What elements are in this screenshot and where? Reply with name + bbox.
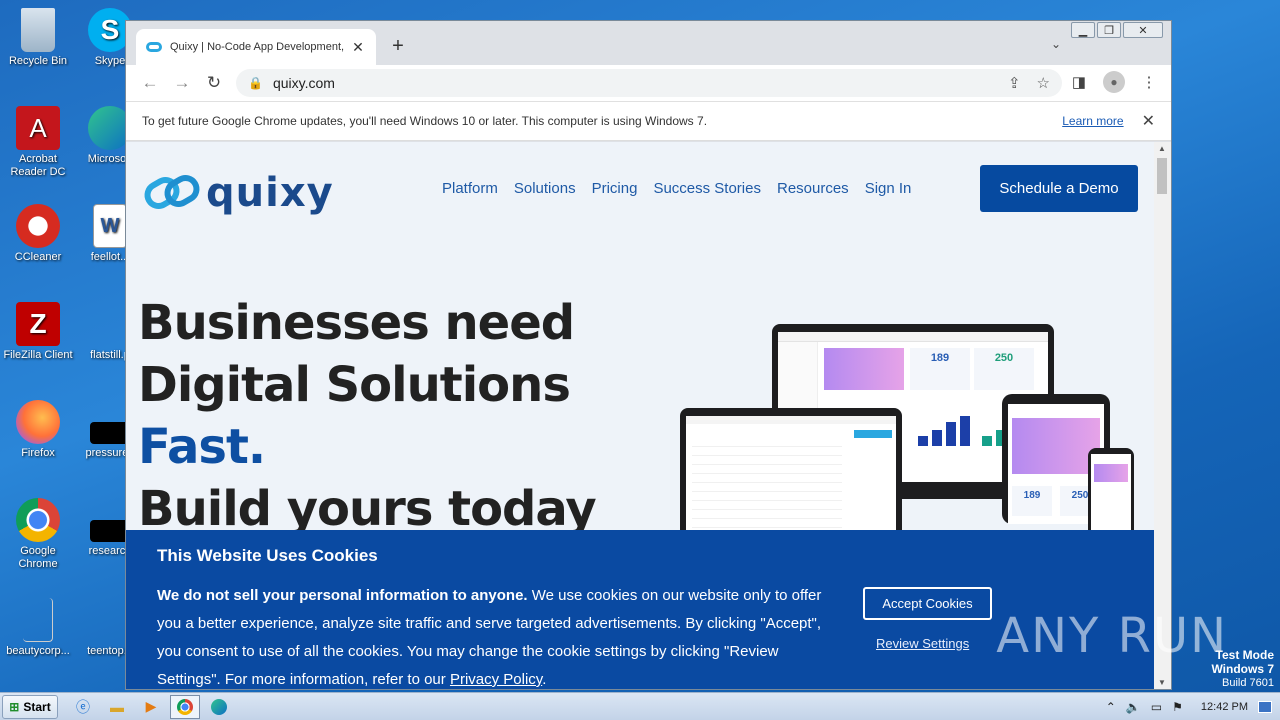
show-desktop-icon[interactable]: [1258, 701, 1272, 713]
taskbar-chrome-icon[interactable]: [170, 694, 200, 719]
bookmark-star-icon[interactable]: ☆: [1037, 74, 1050, 92]
filezilla-desktop-icon[interactable]: Z FileZilla Client: [0, 302, 76, 362]
system-tray: ⌃ 🔈 ▭ ⚑ 12:42 PM: [1106, 693, 1280, 720]
quixy-favicon-icon: [146, 42, 162, 52]
minimize-button[interactable]: ▁: [1071, 22, 1095, 38]
recycle-bin-icon[interactable]: Recycle Bin: [0, 8, 76, 68]
web-page: quixy Platform Solutions Pricing Success…: [126, 142, 1155, 689]
cookie-heading: This Website Uses Cookies: [157, 546, 378, 565]
privacy-policy-link[interactable]: Privacy Policy: [450, 671, 542, 688]
tab-strip: Quixy | No-Code App Development, ✕ + ⌄ ▁…: [126, 21, 1171, 65]
nav-resources[interactable]: Resources: [777, 180, 849, 197]
taskbar-explorer-icon[interactable]: ▬: [102, 695, 132, 719]
chrome-desktop-icon[interactable]: Google Chrome: [0, 498, 76, 571]
review-settings-link[interactable]: Review Settings: [876, 636, 969, 651]
share-icon[interactable]: ⇪: [1008, 74, 1021, 92]
start-button[interactable]: ⊞ Start: [2, 694, 58, 719]
address-bar[interactable]: 🔒 quixy.com ⇪ ☆: [236, 69, 1062, 97]
tab-quixy[interactable]: Quixy | No-Code App Development, ✕: [136, 29, 376, 65]
ccleaner-icon: [16, 204, 60, 248]
stat-250: 250: [974, 348, 1034, 390]
quixy-logo-mark-icon: [139, 169, 205, 215]
trash-icon: [21, 8, 55, 52]
nav-sign-in[interactable]: Sign In: [865, 180, 912, 197]
main-nav: Platform Solutions Pricing Success Stori…: [442, 180, 911, 197]
update-infobar: To get future Google Chrome updates, you…: [126, 101, 1171, 141]
hero-line-3: Fast.: [138, 419, 266, 475]
taskbar-edge-icon[interactable]: [204, 695, 234, 719]
blank-file-icon: [23, 598, 53, 642]
tab-search-chevron-icon[interactable]: ⌄: [1051, 37, 1061, 51]
cookie-body-bold: We do not sell your personal information…: [157, 587, 528, 604]
devices-mockup: 189 250 189 250: [680, 302, 1140, 542]
browser-window: Quixy | No-Code App Development, ✕ + ⌄ ▁…: [125, 20, 1172, 690]
taskbar: ⊞ Start ⓔ ▬ ▶ ⌃ 🔈 ▭ ⚑ 12:42 PM: [0, 692, 1280, 720]
hero-heading: Businesses need Digital Solutions Fast. …: [138, 292, 597, 540]
side-panel-icon[interactable]: ◨: [1069, 73, 1089, 91]
phone-mockup: [1088, 448, 1134, 542]
browser-toolbar: ← → ↻ 🔒 quixy.com ⇪ ☆ ◨ ● ⋮: [126, 65, 1171, 101]
word-doc-icon: W: [93, 204, 127, 248]
scroll-thumb[interactable]: [1157, 158, 1167, 194]
anyrun-logo: ANY RUN: [996, 608, 1228, 664]
tablet-stat-189: 189: [1012, 486, 1052, 516]
hero-line-1: Businesses need: [138, 295, 575, 351]
laptop-mockup: [680, 408, 902, 542]
stat-189: 189: [910, 348, 970, 390]
reload-icon[interactable]: ↻: [198, 73, 230, 93]
lock-icon: 🔒: [248, 76, 263, 90]
back-arrow-icon[interactable]: ←: [134, 73, 166, 93]
new-tab-button[interactable]: +: [388, 34, 408, 58]
beautycorp-desktop-icon[interactable]: beautycorp...: [0, 598, 76, 658]
network-icon[interactable]: ▭: [1151, 700, 1162, 714]
cookie-body-end: .: [542, 671, 547, 688]
profile-avatar-icon[interactable]: ●: [1103, 71, 1125, 93]
scroll-down-arrow-icon[interactable]: ▼: [1158, 678, 1166, 687]
learn-more-link[interactable]: Learn more: [1062, 114, 1123, 128]
windows-logo-icon: ⊞: [9, 699, 20, 714]
taskbar-media-player-icon[interactable]: ▶: [136, 695, 166, 719]
clock[interactable]: 12:42 PM: [1201, 701, 1248, 713]
forward-arrow-icon[interactable]: →: [166, 73, 198, 93]
nav-pricing[interactable]: Pricing: [592, 180, 638, 197]
window-controls: ▁ ❐ ✕: [1071, 22, 1163, 38]
infobar-close-icon[interactable]: ✕: [1142, 111, 1155, 131]
ccleaner-desktop-icon[interactable]: CCleaner: [0, 204, 76, 264]
schedule-demo-button[interactable]: Schedule a Demo: [980, 165, 1138, 212]
black-file-icon: [90, 422, 130, 444]
firefox-desktop-icon[interactable]: Firefox: [0, 400, 76, 460]
close-window-button[interactable]: ✕: [1123, 22, 1163, 38]
url-text[interactable]: quixy.com: [273, 75, 992, 91]
firefox-icon: [16, 400, 60, 444]
tab-title: Quixy | No-Code App Development,: [170, 41, 345, 53]
toolbar-right: ◨ ● ⋮: [1069, 71, 1159, 93]
nav-success-stories[interactable]: Success Stories: [653, 180, 761, 197]
page-scrollbar[interactable]: ▲ ▼: [1154, 142, 1171, 689]
test-mode-text: Test Mode Windows 7 Build 7601: [1211, 648, 1274, 689]
cookie-body: We do not sell your personal information…: [157, 582, 837, 689]
action-center-flag-icon[interactable]: ⚑: [1172, 700, 1183, 714]
tray-expand-icon[interactable]: ⌃: [1106, 700, 1116, 714]
menu-kebab-icon[interactable]: ⋮: [1139, 73, 1159, 91]
logo-wordmark: quixy: [206, 170, 334, 216]
volume-icon[interactable]: 🔈: [1126, 700, 1141, 714]
black-file-icon: [90, 520, 130, 542]
filezilla-icon: Z: [16, 302, 60, 346]
nav-platform[interactable]: Platform: [442, 180, 498, 197]
hero-line-2: Digital Solutions: [138, 357, 571, 413]
nav-solutions[interactable]: Solutions: [514, 180, 576, 197]
accept-cookies-button[interactable]: Accept Cookies: [863, 587, 992, 620]
acrobat-desktop-icon[interactable]: A Acrobat Reader DC: [0, 106, 76, 179]
acrobat-icon: A: [16, 106, 60, 150]
chrome-icon: [16, 498, 60, 542]
infobar-message: To get future Google Chrome updates, you…: [142, 114, 708, 128]
quixy-logo[interactable]: quixy: [139, 169, 334, 216]
scroll-up-arrow-icon[interactable]: ▲: [1158, 144, 1166, 153]
taskbar-ie-icon[interactable]: ⓔ: [68, 695, 98, 719]
tab-close-icon[interactable]: ✕: [350, 39, 366, 56]
restore-button[interactable]: ❐: [1097, 22, 1121, 38]
